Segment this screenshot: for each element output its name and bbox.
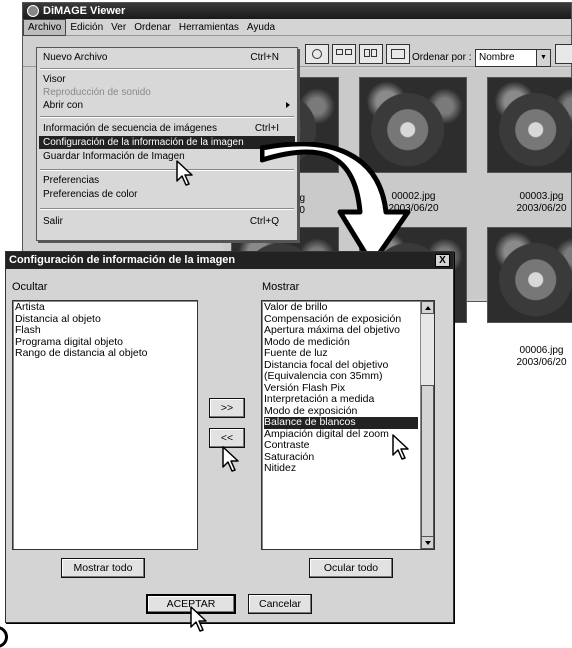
- menu-separator: [40, 169, 294, 171]
- window-title: DiMAGE Viewer: [43, 5, 126, 17]
- list-item[interactable]: Valor de brillo: [264, 301, 418, 314]
- dialog-titlebar: Configuración de información de la image…: [6, 252, 453, 269]
- thumbnail-item[interactable]: 00003.jpg 2003/06/20: [479, 69, 572, 217]
- app-icon: [27, 5, 39, 17]
- menubar: Archivo Edición Ver Ordenar Herramientas Ayud…: [23, 19, 571, 36]
- cancel-button[interactable]: Cancelar: [248, 594, 312, 614]
- thumbnail-image: [487, 227, 572, 323]
- menu-ver[interactable]: Ver: [107, 19, 130, 36]
- list-item[interactable]: Distancia al objeto: [15, 313, 195, 326]
- list-item-selected[interactable]: Balance de blancos: [264, 416, 418, 429]
- thumbnail-small-view-icon[interactable]: [359, 44, 383, 64]
- mouse-cursor-icon: [176, 160, 193, 186]
- hidden-items-list[interactable]: Artista Distancia al objeto Flash Progra…: [12, 300, 198, 550]
- mouse-cursor-icon: [190, 606, 207, 632]
- list-item[interactable]: Artista: [15, 301, 195, 314]
- list-item[interactable]: Interpretación a medida: [264, 393, 418, 406]
- hide-all-button[interactable]: Ocular todo: [309, 558, 393, 578]
- dialog-title: Configuración de información de la image…: [9, 254, 236, 266]
- menu-separator: [40, 68, 294, 70]
- menu-edicion[interactable]: Edición: [66, 19, 107, 36]
- thumbnail-large-view-icon[interactable]: [332, 44, 356, 64]
- shown-items-list[interactable]: Valor de brillo Compensación de exposici…: [261, 300, 435, 550]
- sort-select[interactable]: Nombre ▼: [475, 49, 551, 67]
- menu-item-salir[interactable]: Salir Ctrl+Q: [39, 215, 295, 228]
- list-item[interactable]: Rango de distancia al objeto: [15, 347, 195, 360]
- menu-item-preferencias[interactable]: Preferencias: [39, 174, 295, 187]
- list-item[interactable]: Nitidez: [264, 462, 418, 475]
- menu-item-reproduccion-sonido: Reproducción de sonido: [43, 87, 151, 98]
- close-icon[interactable]: X: [435, 254, 450, 267]
- list-view-icon[interactable]: [386, 44, 410, 64]
- move-left-button[interactable]: <<: [209, 428, 245, 448]
- window-titlebar: DiMAGE Viewer: [23, 3, 571, 19]
- menu-separator: [40, 208, 294, 210]
- scroll-up-icon[interactable]: [421, 301, 434, 314]
- menu-ayuda[interactable]: Ayuda: [243, 19, 279, 36]
- list-item[interactable]: Apertura máxima del objetivo: [264, 324, 418, 337]
- list-item[interactable]: Flash: [15, 324, 195, 337]
- menu-item-preferencias-color[interactable]: Preferencias de color: [39, 188, 295, 201]
- menu-ordenar[interactable]: Ordenar: [130, 19, 175, 36]
- menu-item-guardar-informacion[interactable]: Guardar Información de Imagen: [39, 150, 295, 163]
- menu-herramientas[interactable]: Herramientas: [175, 19, 243, 36]
- rotate-icon[interactable]: [555, 44, 572, 64]
- step-marker: [0, 626, 8, 648]
- menu-item-visor[interactable]: Visor: [39, 73, 295, 86]
- scrollbar[interactable]: [420, 301, 434, 549]
- scroll-thumb[interactable]: [421, 385, 434, 545]
- archivo-dropdown-menu: Nuevo Archivo Ctrl+N Visor Reproducción …: [36, 47, 298, 241]
- hidden-list-label: Ocultar: [12, 281, 48, 293]
- list-item[interactable]: Fuente de luz: [264, 347, 418, 360]
- mouse-cursor-icon: [392, 434, 409, 460]
- thumbnail-item[interactable]: 00006.jpg 2003/06/20: [479, 219, 572, 368]
- menu-item-abrir-con[interactable]: Abrir con: [39, 99, 295, 112]
- scroll-down-icon[interactable]: [421, 536, 434, 549]
- menu-separator: [40, 116, 294, 118]
- show-all-button[interactable]: Mostrar todo: [61, 558, 145, 578]
- sort-label: Ordenar por :: [412, 52, 472, 63]
- thumbnail-caption: 00003.jpg 2003/06/20: [516, 191, 567, 214]
- thumbnail-image: [487, 77, 572, 173]
- list-item[interactable]: (Equivalencia con 35mm): [264, 370, 418, 383]
- shown-list-label: Mostrar: [262, 281, 300, 293]
- camera-icon[interactable]: [305, 44, 329, 64]
- submenu-arrow-icon: [286, 102, 290, 108]
- menu-item-nuevo-archivo[interactable]: Nuevo Archivo Ctrl+N: [39, 51, 295, 64]
- mouse-cursor-icon: [222, 446, 239, 472]
- menu-item-configuracion-informacion[interactable]: Configuración de la información de la im…: [39, 136, 295, 149]
- menu-archivo[interactable]: Archivo: [23, 19, 67, 36]
- thumbnail-caption: 00006.jpg 2003/06/20: [516, 345, 567, 368]
- image-info-config-dialog: Configuración de información de la image…: [5, 251, 454, 623]
- move-right-button[interactable]: >>: [209, 398, 245, 418]
- sort-select-value: Nombre: [479, 52, 515, 63]
- menu-item-secuencia-imagenes[interactable]: Información de secuencia de imágenes Ctr…: [39, 122, 295, 135]
- chevron-down-icon[interactable]: ▼: [536, 50, 550, 66]
